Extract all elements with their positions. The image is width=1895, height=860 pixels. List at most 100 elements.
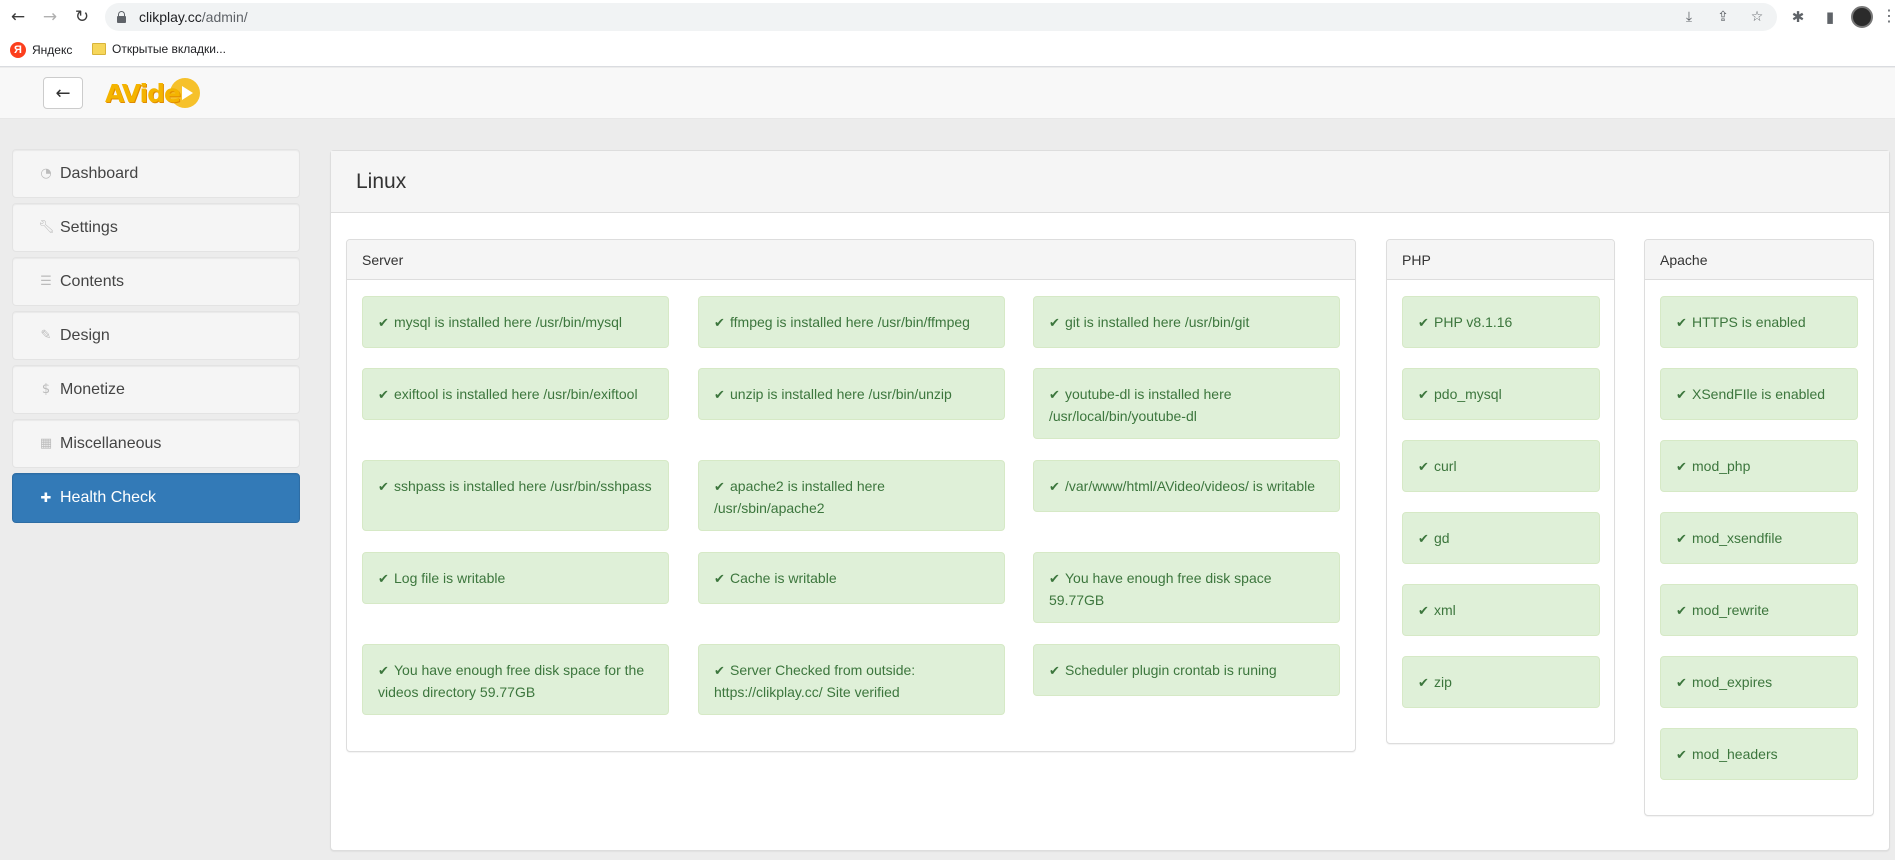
check-alert: ✔ mod_xsendfile — [1660, 512, 1858, 564]
check-icon: ✔ — [714, 572, 725, 587]
install-app-icon[interactable]: ⤓ — [1679, 7, 1699, 27]
check-alert: ✔ pdo_mysql — [1402, 368, 1600, 420]
check-alert-text: HTTPS is enabled — [1692, 314, 1806, 330]
check-icon: ✔ — [1676, 676, 1687, 691]
check-icon: ✔ — [378, 316, 389, 331]
check-alert-text: xml — [1434, 602, 1456, 618]
extensions-icon[interactable]: ✱ — [1786, 5, 1810, 29]
check-icon: ✔ — [1676, 748, 1687, 763]
php-panel-title: PHP — [1387, 240, 1614, 280]
check-icon: ✔ — [1049, 480, 1060, 495]
check-alert-text: mod_expires — [1692, 674, 1773, 690]
check-alert: ✔ HTTPS is enabled — [1660, 296, 1858, 348]
check-alert: ✔ mod_expires — [1660, 656, 1858, 708]
check-icon: ✔ — [1049, 316, 1060, 331]
check-alert-text: curl — [1434, 458, 1457, 474]
url-text: clikplay.cc/admin/ — [139, 9, 248, 25]
wrench-icon: 🔧︎ — [38, 220, 55, 235]
dashboard-icon: ◔ — [40, 166, 52, 181]
check-icon: ✔ — [378, 388, 389, 403]
check-alert-text: unzip is installed here /usr/bin/unzip — [730, 386, 952, 402]
browser-forward-icon[interactable]: → — [38, 5, 62, 29]
check-alert: ✔ ffmpeg is installed here /usr/bin/ffmpe… — [698, 296, 1005, 348]
check-icon: ✔ — [378, 480, 389, 495]
check-icon: ✔ — [1676, 388, 1687, 403]
page-title: Linux — [331, 151, 1889, 213]
sidebar-item-design[interactable]: ✎ Design — [12, 311, 300, 360]
apache-panel-title: Apache — [1645, 240, 1873, 280]
check-alert: ✔ youtube-dl is installed here /usr/local… — [1033, 368, 1340, 439]
check-icon: ✔ — [1049, 664, 1060, 679]
check-alert-text: exiftool is installed here /usr/bin/exif… — [394, 386, 638, 402]
check-alert-text: ffmpeg is installed here /usr/bin/ffmpeg — [730, 314, 970, 330]
check-alert-text: PHP v8.1.16 — [1434, 314, 1513, 330]
check-icon: ✔ — [1418, 604, 1429, 619]
check-icon: ✔ — [714, 388, 725, 403]
check-icon: ✔ — [378, 664, 389, 679]
check-icon: ✔ — [1676, 460, 1687, 475]
side-panel-icon[interactable]: ▮ — [1818, 5, 1842, 29]
avideo-logo[interactable]: AVide — [105, 76, 200, 110]
bookmark-star-icon[interactable]: ☆ — [1747, 7, 1767, 27]
check-alert-text: /var/www/html/AVideo/videos/ is writable — [1065, 478, 1316, 494]
health-check-panel: Linux Server ✔ mysql is installed here /u… — [330, 150, 1890, 851]
check-alert-text: apache2 is installed here /usr/sbin/apac… — [714, 478, 885, 516]
back-button[interactable]: ← — [43, 77, 83, 109]
sidebar-item-miscellaneous[interactable]: ▦ Miscellaneous — [12, 419, 300, 468]
check-alert-text: Scheduler plugin crontab is runing — [1065, 662, 1277, 678]
medkit-icon: ✚ — [40, 490, 52, 506]
lock-icon — [117, 11, 126, 23]
check-alert: ✔ mod_rewrite — [1660, 584, 1858, 636]
sidebar-item-settings[interactable]: 🔧︎ Settings — [12, 203, 300, 252]
reload-icon[interactable]: ↻ — [70, 5, 94, 29]
browser-toolbar: ← → ↻ clikplay.cc/admin/ ⤓ ⇪ ☆ ✱ ▮ ⋮ — [0, 0, 1895, 34]
check-icon: ✔ — [714, 316, 725, 331]
check-alert: ✔ You have enough free disk space 59.77GB — [1033, 552, 1340, 623]
check-alert: ✔ Cache is writable — [698, 552, 1005, 604]
check-alert: ✔ Scheduler plugin crontab is runing — [1033, 644, 1340, 696]
server-panel: Server ✔ mysql is installed here /usr/bin… — [346, 239, 1356, 752]
check-alert-text: mysql is installed here /usr/bin/mysql — [394, 314, 622, 330]
check-alert: ✔ Server Checked from outside: https://cl… — [698, 644, 1005, 715]
check-alert: ✔ You have enough free disk space for the… — [362, 644, 669, 715]
check-alert: ✔ XSendFIle is enabled — [1660, 368, 1858, 420]
browser-menu-icon[interactable]: ⋮ — [1881, 6, 1895, 28]
profile-avatar[interactable] — [1851, 6, 1873, 28]
check-alert: ✔ Log file is writable — [362, 552, 669, 604]
grid-icon: ▦ — [39, 436, 53, 451]
check-alert-text: mod_headers — [1692, 746, 1778, 762]
check-alert: ✔ /var/www/html/AVideo/videos/ is writabl… — [1033, 460, 1340, 512]
sidebar-item-health-check[interactable]: ✚ Health Check — [12, 473, 300, 523]
bookmark-open-tabs[interactable]: Открытые вкладки... — [92, 42, 226, 56]
check-icon: ✔ — [1418, 460, 1429, 475]
share-icon[interactable]: ⇪ — [1713, 7, 1733, 27]
check-alert: ✔ PHP v8.1.16 — [1402, 296, 1600, 348]
check-alert: ✔ sshpass is installed here /usr/bin/sshp… — [362, 460, 669, 531]
check-alert-text: mod_rewrite — [1692, 602, 1770, 618]
check-alert: ✔ mod_headers — [1660, 728, 1858, 780]
sidebar-item-monetize[interactable]: $ Monetize — [12, 365, 300, 414]
check-icon: ✔ — [1418, 676, 1429, 691]
check-alert-text: XSendFIle is enabled — [1692, 386, 1826, 402]
check-alert-text: mod_xsendfile — [1692, 530, 1783, 546]
address-bar[interactable]: clikplay.cc/admin/ ⤓ ⇪ ☆ — [105, 3, 1777, 31]
browser-back-icon[interactable]: ← — [6, 5, 30, 29]
check-icon: ✔ — [714, 480, 725, 495]
check-alert: ✔ curl — [1402, 440, 1600, 492]
sidebar-item-contents[interactable]: ☰ Contents — [12, 257, 300, 306]
sidebar-item-dashboard[interactable]: ◔ Dashboard — [12, 149, 300, 198]
check-alert-text: mod_php — [1692, 458, 1751, 474]
admin-sidebar: ◔ Dashboard 🔧︎ Settings ☰ Contents ✎ Design … — [12, 149, 300, 528]
check-alert-text: Cache is writable — [730, 570, 837, 586]
apache-panel: Apache ✔ HTTPS is enabled ✔ XSendFIle is en… — [1644, 239, 1874, 816]
brush-icon: ✎ — [40, 328, 52, 343]
check-icon: ✔ — [378, 572, 389, 587]
check-alert: ✔ unzip is installed here /usr/bin/unzip — [698, 368, 1005, 420]
bookmark-yandex[interactable]: Я Яндекс — [10, 42, 72, 58]
server-panel-title: Server — [347, 240, 1355, 280]
check-icon: ✔ — [1676, 532, 1687, 547]
check-alert-text: youtube-dl is installed here /usr/local/… — [1049, 386, 1232, 424]
folder-icon — [92, 43, 106, 55]
check-icon: ✔ — [1676, 604, 1687, 619]
check-alert: ✔ mysql is installed here /usr/bin/mysql — [362, 296, 669, 348]
